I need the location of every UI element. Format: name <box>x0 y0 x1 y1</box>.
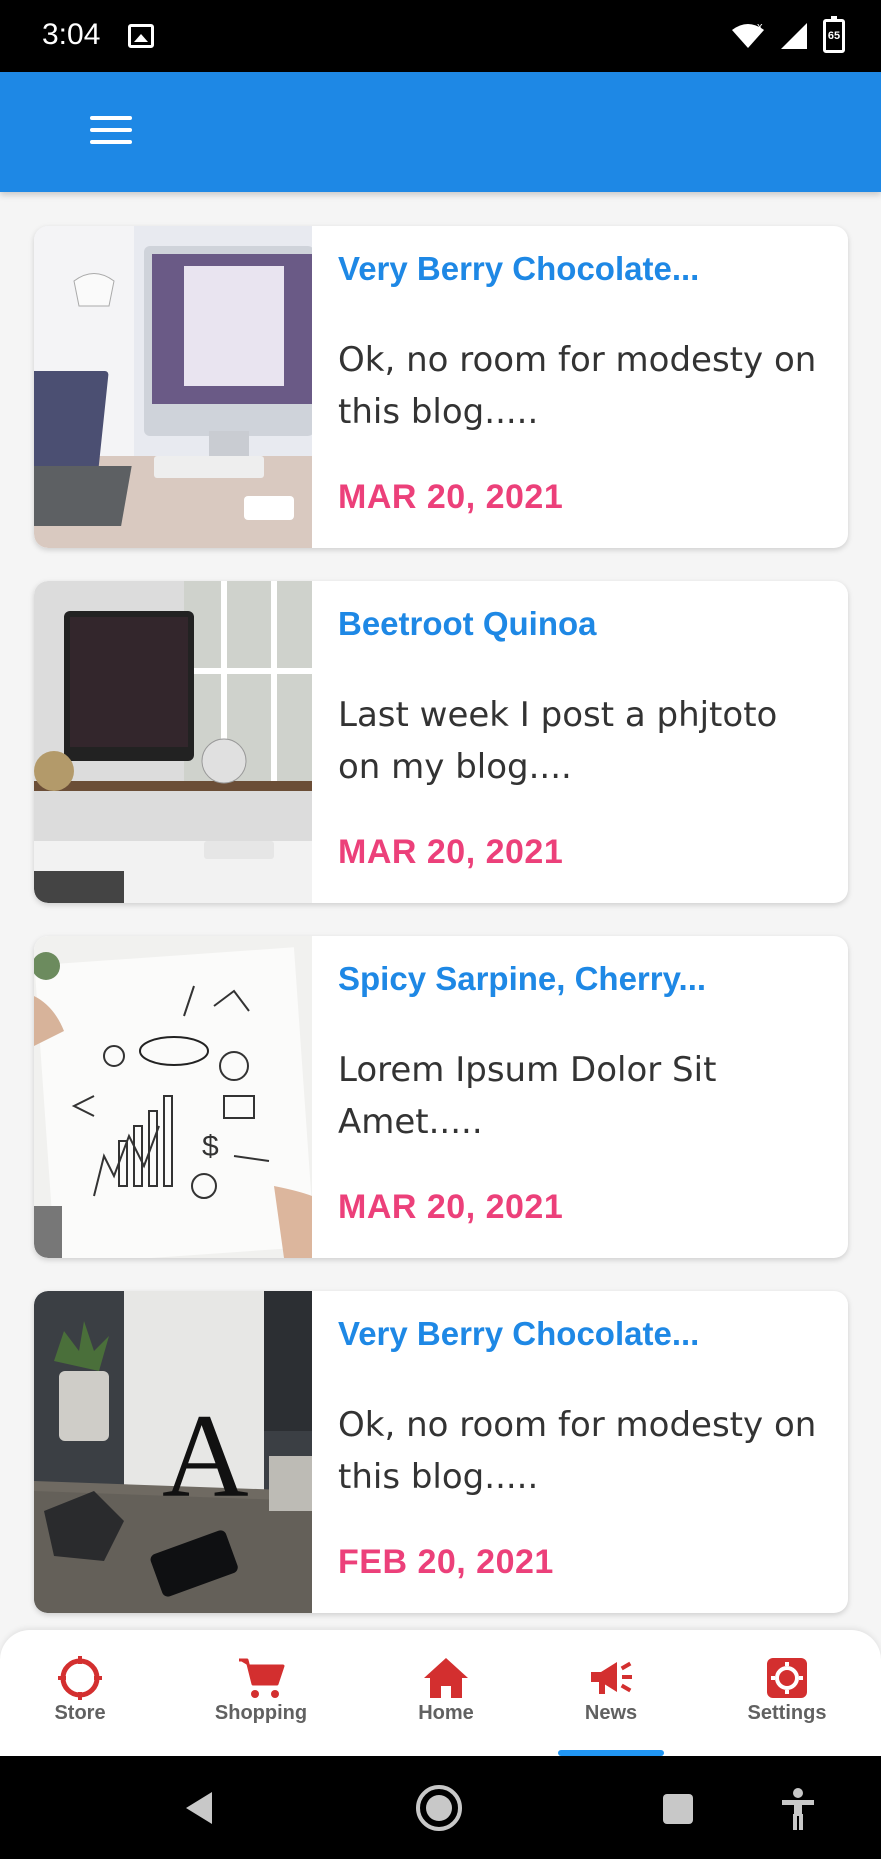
nav-news[interactable]: News <box>536 1656 686 1725</box>
recents-icon[interactable] <box>661 1792 695 1826</box>
svg-text:x: x <box>757 22 763 33</box>
status-icons: x 65 <box>731 16 845 56</box>
post-thumbnail: $ <box>34 936 312 1258</box>
post-date: FEB 20, 2021 <box>338 1543 554 1581</box>
wifi-icon: x <box>732 22 764 48</box>
cell-signal-icon <box>781 23 807 49</box>
post-thumbnail <box>34 226 312 548</box>
post-content: Beetroot Quinoa Last week I post a phjto… <box>338 581 828 903</box>
megaphone-icon <box>591 1661 632 1694</box>
post-date: MAR 20, 2021 <box>338 1188 564 1226</box>
svg-text:$: $ <box>202 1130 219 1163</box>
home-icon <box>424 1658 468 1698</box>
nav-label: Settings <box>747 1702 827 1724</box>
nav-label: Shopping <box>214 1702 308 1724</box>
hamburger-menu-icon[interactable] <box>90 116 132 146</box>
nav-label: News <box>584 1702 638 1724</box>
nav-label: Store <box>54 1702 106 1724</box>
nav-settings[interactable]: Settings <box>712 1656 862 1725</box>
post-title[interactable]: Spicy Sarpine, Cherry... <box>338 960 828 998</box>
nav-label: Home <box>418 1702 474 1724</box>
image-notification-icon <box>128 24 154 48</box>
gear-icon <box>767 1658 807 1698</box>
system-navigation-bar <box>0 1756 881 1859</box>
accessibility-icon[interactable] <box>780 1788 816 1830</box>
post-excerpt: Last week I post a phjtoto on my blog...… <box>338 695 778 787</box>
nav-store[interactable]: Store <box>5 1656 155 1725</box>
post-content: Spicy Sarpine, Cherry... Lorem Ipsum Dol… <box>338 936 828 1258</box>
svg-text:A: A <box>162 1389 249 1522</box>
post-card[interactable]: A Very Berry Chocolate... Ok, no room fo… <box>34 1291 848 1613</box>
cart-icon <box>239 1658 285 1698</box>
app-bar <box>0 72 881 192</box>
news-feed: Very Berry Chocolate... Ok, no room for … <box>34 226 848 1646</box>
status-bar: 3:04 x 65 <box>0 0 881 72</box>
post-card[interactable]: Beetroot Quinoa Last week I post a phjto… <box>34 581 848 903</box>
post-excerpt: Ok, no room for modesty on this blog....… <box>338 1405 817 1497</box>
post-content: Very Berry Chocolate... Ok, no room for … <box>338 226 828 548</box>
post-card[interactable]: Very Berry Chocolate... Ok, no room for … <box>34 226 848 548</box>
post-date: MAR 20, 2021 <box>338 478 564 516</box>
post-thumbnail <box>34 581 312 903</box>
post-title[interactable]: Beetroot Quinoa <box>338 605 828 643</box>
post-date: MAR 20, 2021 <box>338 833 564 871</box>
post-card[interactable]: $ Spicy Sarpine, Cherry... Lorem Ipsum D… <box>34 936 848 1258</box>
post-content: Very Berry Chocolate... Ok, no room for … <box>338 1291 828 1613</box>
nav-home[interactable]: Home <box>371 1656 521 1725</box>
post-thumbnail: A <box>34 1291 312 1613</box>
status-time: 3:04 <box>42 18 101 51</box>
post-excerpt: Ok, no room for modesty on this blog....… <box>338 340 817 432</box>
post-title[interactable]: Very Berry Chocolate... <box>338 1315 828 1353</box>
post-excerpt: Lorem Ipsum Dolor Sit Amet..... <box>338 1050 717 1142</box>
battery-level: 65 <box>827 30 841 42</box>
bottom-navigation: Store Shopping Home News Settings <box>0 1630 881 1756</box>
crosshair-icon <box>58 1656 102 1700</box>
nav-shopping[interactable]: Shopping <box>186 1656 336 1725</box>
post-title[interactable]: Very Berry Chocolate... <box>338 250 828 288</box>
battery-icon: 65 <box>823 16 845 53</box>
back-icon[interactable] <box>182 1790 216 1826</box>
home-circle-icon[interactable] <box>415 1784 463 1832</box>
